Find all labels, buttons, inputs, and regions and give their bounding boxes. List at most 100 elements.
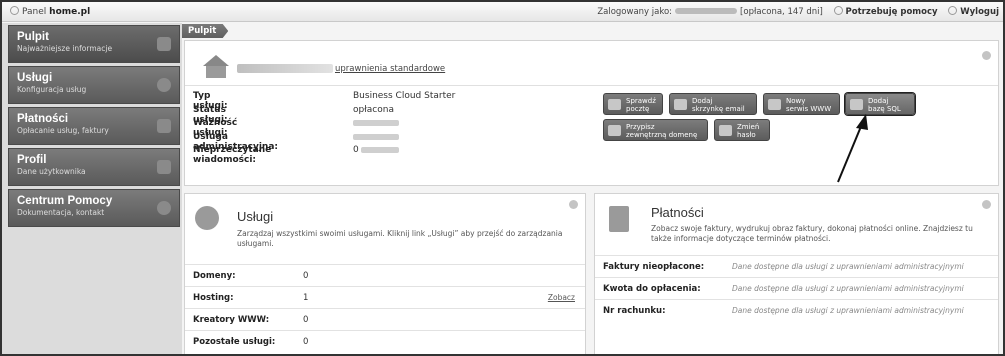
permissions-link[interactable]: uprawnienia standardowe [335,64,445,74]
table-row: Faktury nieopłacone: Dane dostępne dla us… [595,255,998,277]
button-line1: Dodaj [868,97,889,105]
info-value: Business Cloud Starter [353,91,456,101]
sidebar-item-title: Usługi [17,72,53,84]
sidebar-item-subtitle: Konfiguracja usług [17,85,87,94]
info-value: opłacona [353,104,394,115]
brand-name: home.pl [49,7,91,17]
service-name-redacted [237,64,333,73]
settings-gear-icon[interactable] [982,200,991,209]
button-line1: Zmień [737,123,760,131]
admin-service-redacted [353,133,399,140]
row-value: Dane dostępne dla usługi z uprawnieniami… [732,306,964,315]
button-line1: Dodaj [692,97,713,105]
sidebar-item-subtitle: Najważniejsze informacje [17,44,113,53]
sidebar-item-subtitle: Opłacanie usług, faktury [17,126,109,135]
box-description: Zobacz swoje faktury, wydrukuj obraz fak… [651,224,973,243]
info-value: 0 [353,145,359,155]
table-row: Pozostałe usługi: 0 [185,330,585,352]
divider [185,85,998,86]
help-link[interactable]: Potrzebuję pomocy [833,6,938,17]
sidebar-item-title: Pulpit [17,31,49,43]
row-value: 0 [303,315,309,325]
table-row: Kreatory WWW: 0 [185,308,585,330]
row-key: Kreatory WWW: [193,315,270,325]
button-line1: Nowy [786,97,806,105]
change-password-button[interactable]: Zmień hasło [714,119,770,141]
database-icon [850,99,863,110]
user-icon [157,160,171,174]
logout-link[interactable]: Wyloguj [948,6,999,17]
row-value: Dane dostępne dla usługi z uprawnieniami… [732,262,964,271]
button-line2: pocztę [626,105,650,113]
button-line2: zewnętrzną domenę [626,131,698,139]
logged-as-label: Zalogowany jako: [597,7,673,17]
view-hosting-link[interactable]: Zobacz [548,293,575,302]
sidebar-item-profil[interactable]: Profil Dane użytkownika [8,148,180,186]
row-key: Pozostałe usługi: [193,337,276,347]
settings-gear-icon[interactable] [569,200,578,209]
sidebar-item-title: Centrum Pomocy [17,195,113,207]
help-icon [833,6,843,15]
breadcrumb[interactable]: Pulpit [182,24,229,38]
sidebar-item-pulpit[interactable]: Pulpit Najważniejsze informacje [8,25,180,63]
row-value: 1 [303,293,309,303]
help-label: Potrzebuję pomocy [845,7,938,17]
annotation-arrow-icon [837,114,868,183]
table-row: Nr rachunku: Dane dostępne dla usługi z u… [595,299,998,321]
sidebar-item-uslugi[interactable]: Usługi Konfiguracja usług [8,66,180,104]
sidebar-item-platnosci[interactable]: Płatności Opłacanie usług, faktury [8,107,180,145]
row-key: Nr rachunku: [603,306,666,316]
account-status: [opłacona, 147 dni] [740,7,823,17]
services-box: Usługi Zarządzaj wszystkimi swoimi usług… [184,193,586,354]
question-icon [157,201,171,215]
assign-domain-button[interactable]: Przypisz zewnętrzną domenę [603,119,708,141]
sidebar-item-centrum-pomocy[interactable]: Centrum Pomocy Dokumentacja, kontakt [8,189,180,227]
table-row: Domeny: 0 [185,264,585,286]
home-icon [203,55,229,79]
logout-label: Wyloguj [960,7,999,17]
username-redacted [675,8,738,14]
brand[interactable]: Panel home.pl [10,6,90,17]
validity-redacted [353,120,399,126]
box-title: Płatności [651,205,704,220]
check-mail-button[interactable]: Sprawdź pocztę [603,93,663,115]
domain-icon [608,125,621,136]
sidebar-item-title: Profil [17,154,47,166]
row-key: Domeny: [193,271,236,281]
button-line1: Przypisz [626,123,655,131]
new-website-button[interactable]: Nowy serwis WWW [763,93,840,115]
brand-prefix: Panel [22,7,47,17]
mail-icon [608,99,621,110]
row-value: 0 [303,337,309,347]
row-value: 0 [303,271,309,281]
monitor-icon [157,37,171,51]
table-row: Hosting: 1 Zobacz [185,286,585,308]
box-title: Usługi [237,209,274,224]
www-icon [768,99,781,110]
button-line2: serwis WWW [786,105,832,113]
row-key: Faktury nieopłacone: [603,262,705,272]
invoice-document-icon [609,206,629,232]
add-sql-database-button[interactable]: Dodaj bazę SQL [845,93,915,115]
messages-redacted [361,147,399,153]
row-value: Dane dostępne dla usługi z uprawnieniami… [732,284,964,293]
gear-icon [157,78,171,92]
gear-icon [195,206,219,230]
settings-gear-icon[interactable] [982,51,991,60]
home-logo-icon [10,6,19,15]
row-key: Hosting: [193,293,234,303]
logout-icon [948,6,958,15]
payments-box: Płatności Zobacz swoje faktury, wydrukuj… [594,193,999,354]
sidebar-item-title: Płatności [17,113,69,125]
user-links: Zalogowany jako: [opłacona, 147 dni] Potr… [597,6,999,17]
table-row: Kwota do opłacenia: Dane dostępne dla usł… [595,277,998,299]
button-line2: bazę SQL [868,105,901,113]
button-line2: hasło [737,131,756,139]
lock-icon [719,125,732,136]
add-mailbox-button[interactable]: Dodaj skrzynkę email [669,93,757,115]
app-window: Panel home.pl Zalogowany jako: [opłacona,… [0,0,1005,356]
sidebar-item-subtitle: Dane użytkownika [17,167,86,176]
mailbox-icon [674,99,687,110]
info-key: Nieprzeczytane wiadomości: [193,145,272,165]
button-line2: skrzynkę email [692,105,745,113]
